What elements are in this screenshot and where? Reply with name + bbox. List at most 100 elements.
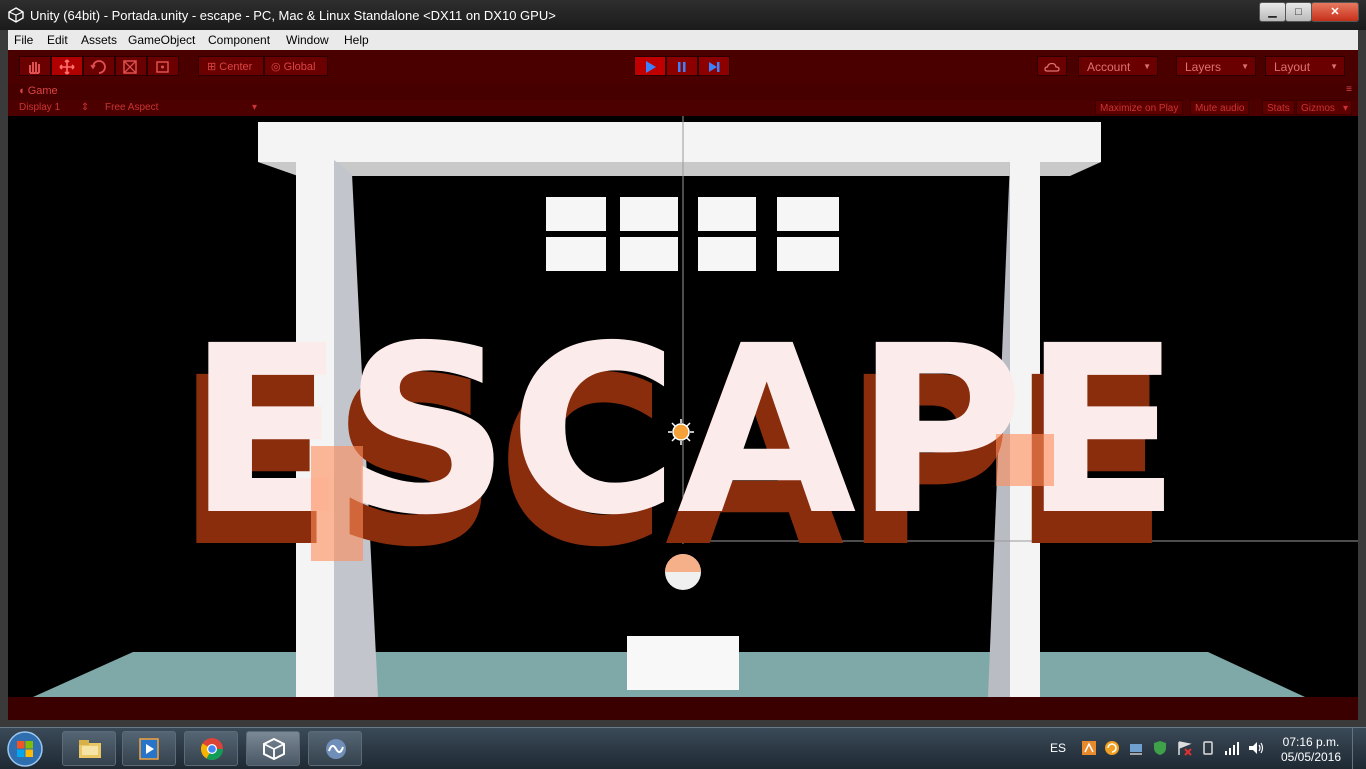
menu-edit[interactable]: Edit [47,33,68,47]
globe-icon: ◎ [271,61,281,73]
tray-flag-icon[interactable] [1176,740,1192,756]
aspect-select[interactable]: Free Aspect ▾ [105,102,257,113]
game-tab-label: Game [27,85,58,97]
menu-bar: File Edit Assets GameObject Component Wi… [8,30,1358,50]
clock-time: 07:16 p.m. [1282,735,1340,749]
menu-gameobject[interactable]: GameObject [128,33,195,47]
pause-button[interactable] [666,56,698,76]
layers-dropdown[interactable]: Layers ▼ [1176,56,1256,76]
minimize-button[interactable]: ▁ [1259,2,1286,22]
chevron-down-icon: ▼ [1330,62,1338,71]
aspect-label: Free Aspect [105,102,159,113]
maximize-button[interactable]: □ [1285,2,1312,22]
taskbar-explorer[interactable] [62,731,116,766]
pivot-icon: ⊞ [207,61,217,73]
brick [546,197,606,231]
wifi-signal-icon[interactable] [1224,740,1240,756]
language-indicator[interactable]: ES [1050,741,1066,755]
chrome-icon [201,738,223,760]
step-icon [709,62,720,72]
toolbar: ⊞ Center ◎ Global Account ▼ Layers ▼ Lay… [8,50,1358,84]
game-options-bar: Display 1 ⇕ Free Aspect ▾ Maximize on Pl… [8,100,1358,116]
display-label: Display 1 [19,102,61,113]
pillar-highlight [311,446,363,561]
unity-logo-icon [8,7,24,23]
layout-dropdown[interactable]: Layout ▼ [1265,56,1345,76]
paddle [627,636,739,690]
escape-logo-text: ESCAPE [187,296,1181,566]
taskbar: ES 07:16 p.m. 05/05/2016 [0,727,1366,769]
cloud-button[interactable] [1037,56,1067,76]
explorer-icon [79,740,101,758]
layers-label: Layers [1185,60,1222,74]
system-clock[interactable]: 07:16 p.m. 05/05/2016 [1276,735,1346,765]
step-button[interactable] [698,56,730,76]
tray-security-icon[interactable] [1152,740,1168,756]
pause-icon [678,62,686,72]
game-tab[interactable]: ◖ Game [18,85,58,97]
brick [777,197,839,231]
brick [698,197,756,231]
frame-top-bar [258,122,1101,162]
chevron-down-icon: ▾ [251,102,257,113]
rotate-tool-button[interactable] [83,56,115,76]
taskbar-chrome[interactable] [184,731,238,766]
menu-component[interactable]: Component [208,33,270,47]
menu-help[interactable]: Help [344,33,369,47]
close-button[interactable]: ✕ [1311,2,1359,22]
clock-date: 05/05/2016 [1280,750,1342,764]
window-title: Unity (64bit) - Portada.unity - escape -… [30,8,556,23]
menu-window[interactable]: Window [286,33,329,47]
account-label: Account [1087,60,1131,74]
gizmos-dropdown[interactable]: Gizmos ▾ [1296,100,1352,115]
move-tool-button[interactable] [51,56,83,76]
taskbar-media-player[interactable] [122,731,176,766]
pillar-highlight [996,434,1054,486]
brick [777,237,839,271]
chevron-down-icon: ▼ [1241,62,1249,71]
scale-icon [123,60,137,74]
menu-file[interactable]: File [14,33,33,47]
stats-toggle[interactable]: Stats [1262,100,1295,115]
hand-tool-button[interactable] [19,56,51,76]
play-icon [646,61,656,73]
tray-device-icon[interactable] [1200,740,1216,756]
bricks [546,197,839,271]
window-titlebar: Unity (64bit) - Portada.unity - escape -… [0,0,1366,30]
scale-tool-button[interactable] [115,56,147,76]
tray-app-icon[interactable] [1081,740,1097,756]
show-desktop-button[interactable] [1352,728,1366,769]
updown-icon: ⇕ [80,102,90,113]
game-view-footer [8,697,1358,720]
display-select[interactable]: Display 1 ⇕ [19,102,89,113]
taskbar-unity[interactable] [246,731,300,766]
move-icon [59,59,75,75]
taskbar-monodevelop[interactable] [308,731,362,766]
pivot-center-toggle[interactable]: ⊞ Center [198,56,264,76]
gizmos-label: Gizmos [1301,103,1335,114]
account-dropdown[interactable]: Account ▼ [1078,56,1158,76]
game-tab-bar: ◖ Game ≡ [8,84,1358,100]
brick [546,237,606,271]
panel-menu-icon[interactable]: ≡ [1346,84,1352,95]
pacman-icon: ◖ [18,85,25,97]
pivot-global-toggle[interactable]: ◎ Global [264,56,328,76]
unity-icon [263,737,285,761]
menu-assets[interactable]: Assets [81,33,117,47]
pivot-label: Center [219,61,253,73]
space-label: Global [283,61,316,73]
tray-sync-icon[interactable] [1104,740,1120,756]
tray-network-tool-icon[interactable] [1128,740,1144,756]
brick [620,197,678,231]
rect-tool-button[interactable] [147,56,179,76]
cloud-icon [1044,62,1060,72]
play-button[interactable] [634,56,666,76]
hand-icon [29,62,40,74]
game-view[interactable]: ESCAPE [8,116,1358,697]
maximize-on-play-toggle[interactable]: Maximize on Play [1095,100,1184,115]
volume-icon[interactable] [1248,740,1264,756]
mute-audio-toggle[interactable]: Mute audio [1190,100,1250,115]
chevron-down-icon: ▾ [1342,103,1348,114]
start-button[interactable] [6,730,44,768]
chevron-down-icon: ▼ [1143,62,1151,71]
